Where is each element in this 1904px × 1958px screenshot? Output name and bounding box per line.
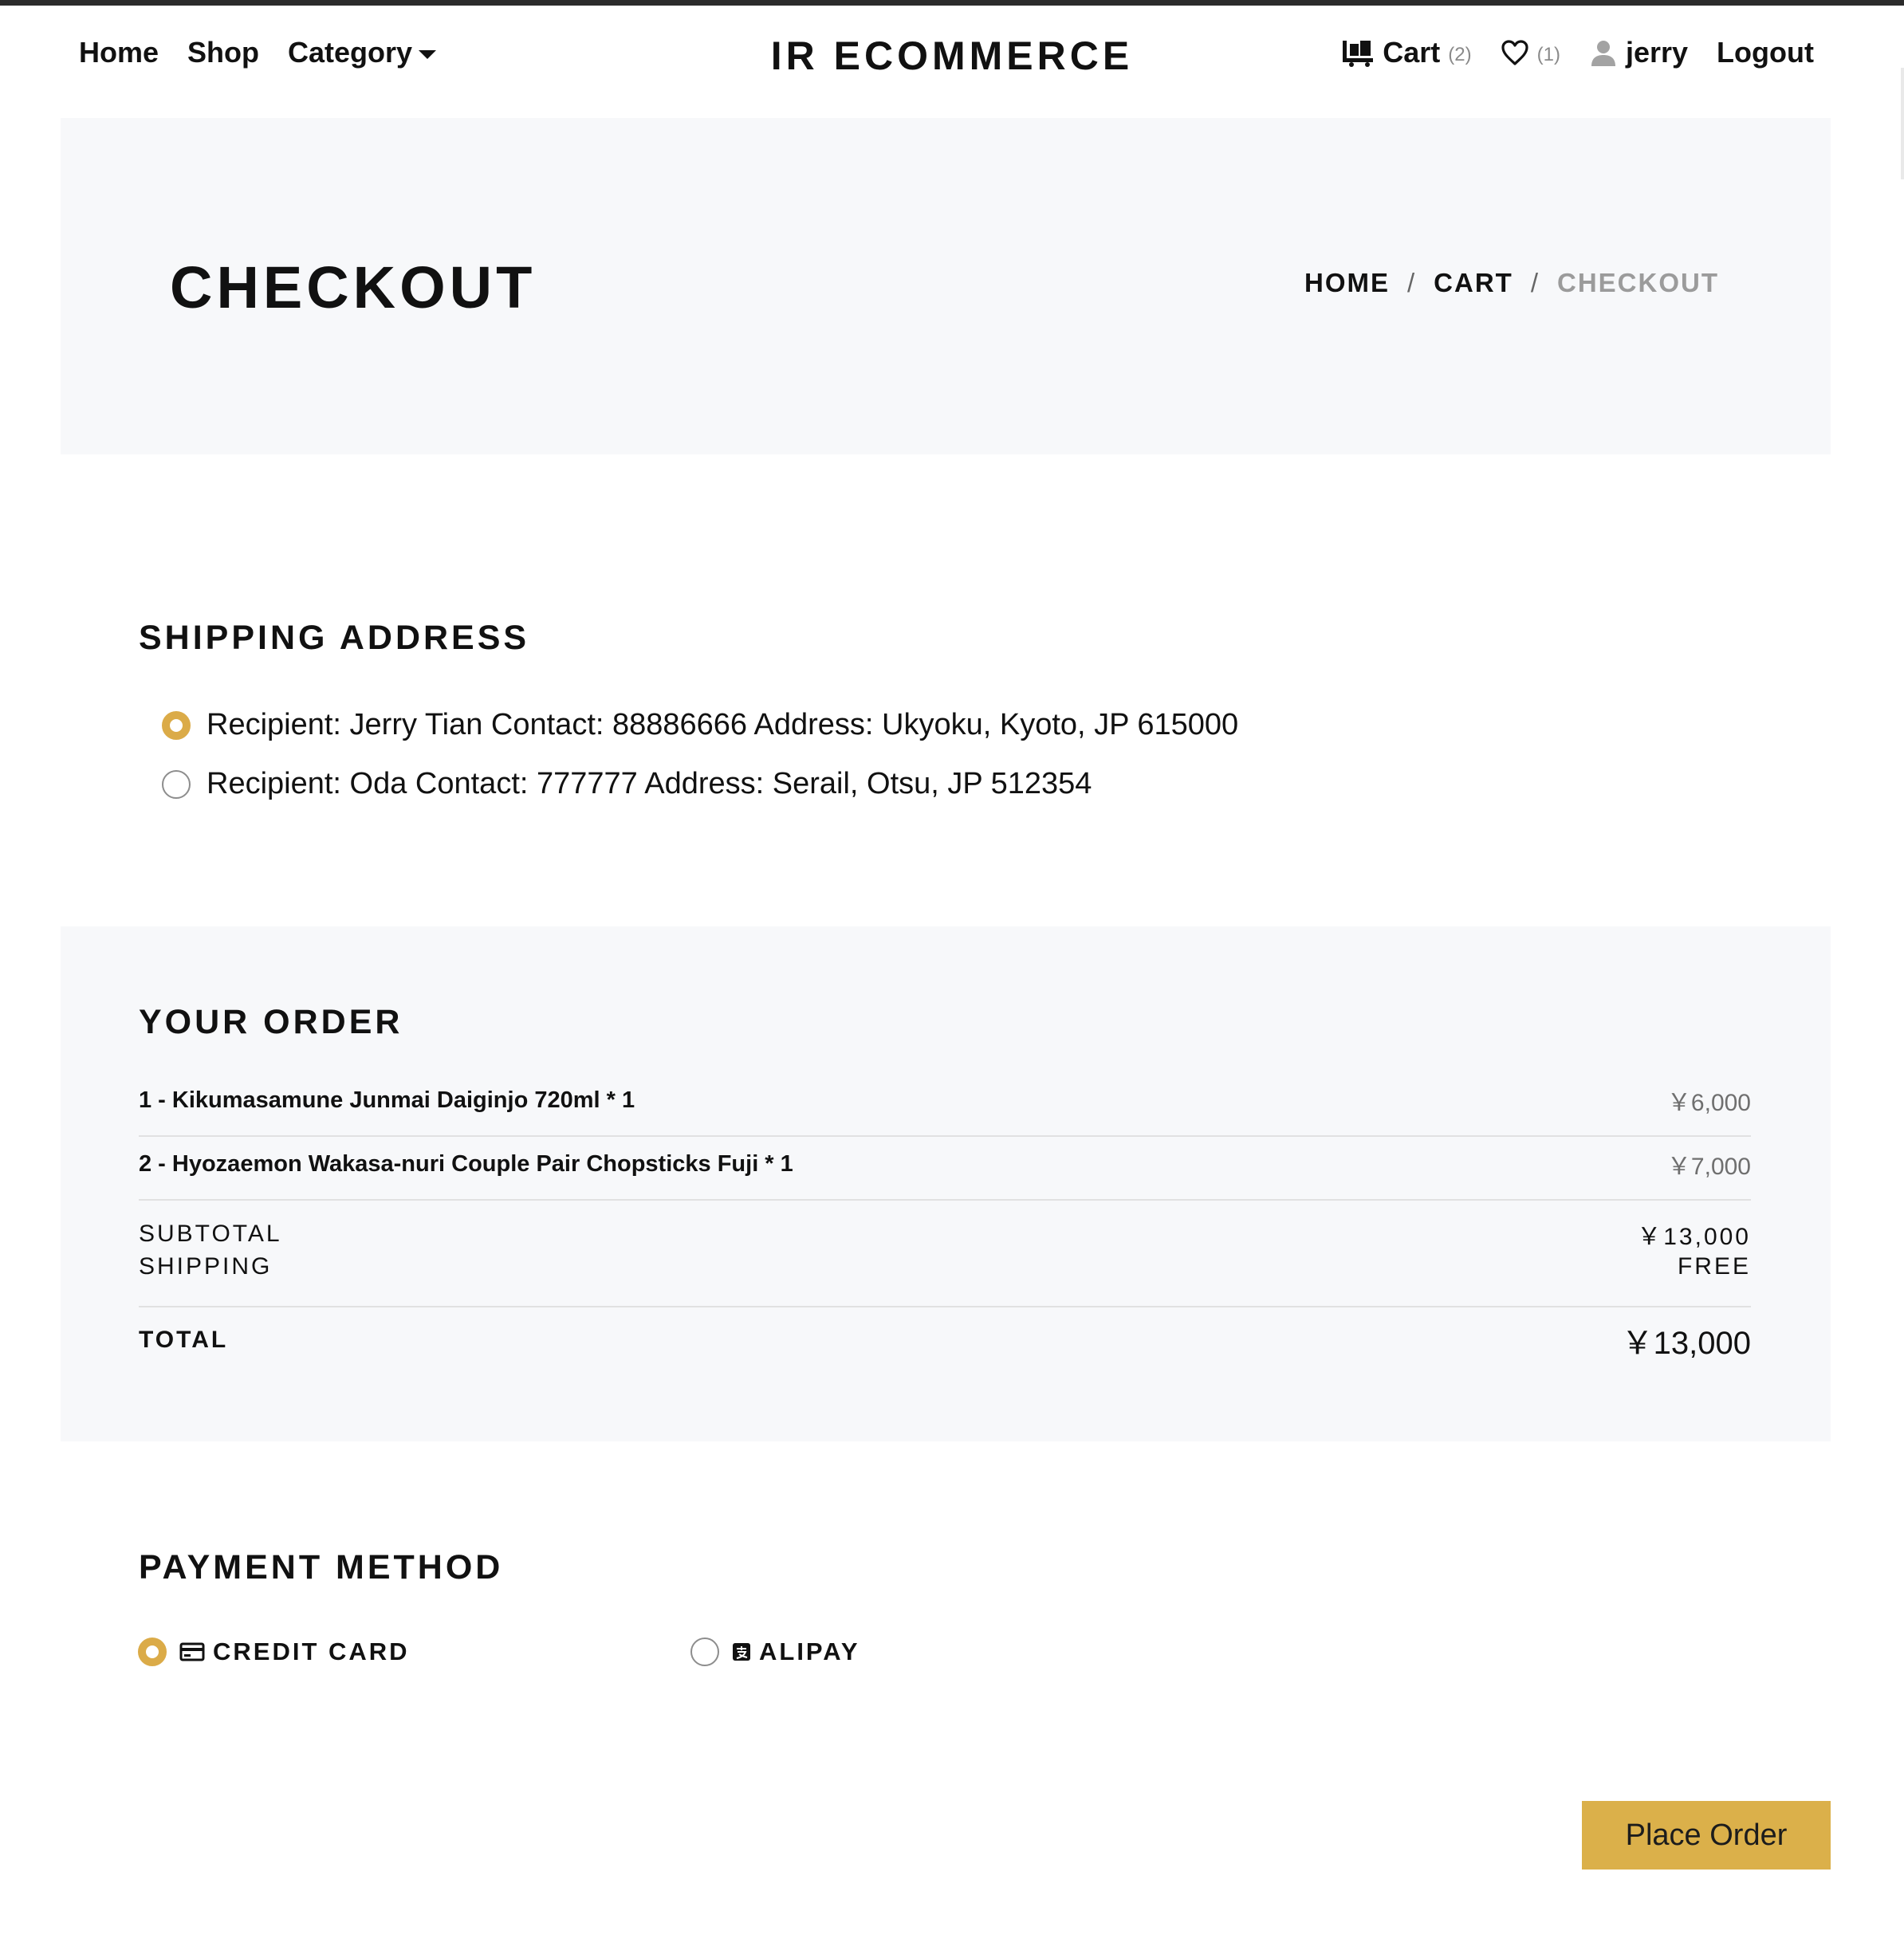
user-icon [1589,38,1618,67]
page-hero: CHECKOUT HOME / CART / CHECKOUT [61,118,1831,454]
address-radio-selected[interactable] [162,710,191,740]
cart-count-badge: (2) [1448,44,1472,65]
breadcrumb-cart[interactable]: CART [1434,268,1513,298]
user-name: jerry [1625,36,1689,69]
total-value: ￥13,000 [1621,1326,1751,1361]
shipping-value: FREE [1677,1253,1751,1280]
shipping-address-heading: SHIPPING ADDRESS [139,619,530,657]
subtotal-value: ￥13,000 [1637,1224,1751,1250]
cart-label: Cart [1383,36,1441,69]
payment-option-label: ALIPAY [759,1638,860,1665]
row-divider [139,1199,1751,1201]
logout-link[interactable]: Logout [1717,36,1814,69]
order-item-price: ￥6,000 [1666,1090,1751,1116]
user-profile-link[interactable]: jerry [1589,36,1688,69]
order-summary: YOUR ORDER 1 - Kikumasamune Junmai Daigi… [61,926,1831,1441]
place-order-button[interactable]: Place Order [1582,1801,1831,1870]
cart-icon [1341,38,1375,67]
payment-method-heading: PAYMENT METHOD [139,1548,504,1586]
total-row: TOTAL ￥13,000 [139,1317,1751,1363]
subtotal-label: SUBTOTAL [139,1221,282,1247]
breadcrumb-separator: / [1530,268,1540,297]
total-label: TOTAL [139,1327,229,1353]
breadcrumb-separator: / [1407,268,1417,297]
shipping-row: SHIPPING FREE [139,1253,1751,1280]
row-divider [139,1135,1751,1137]
payment-option-alipay[interactable]: ALIPAY [690,1638,860,1666]
address-text: Recipient: Oda Contact: 777777 Address: … [207,767,1092,800]
payment-radio[interactable] [690,1638,719,1666]
order-item-row: 1 - Kikumasamune Junmai Daiginjo 720ml *… [139,1083,1751,1118]
order-item-name: 1 - Kikumasamune Junmai Daiginjo 720ml *… [139,1087,635,1113]
address-text: Recipient: Jerry Tian Contact: 88886666 … [207,708,1239,741]
payment-option-label: CREDIT CARD [213,1638,410,1665]
payment-radio-selected[interactable] [138,1638,167,1666]
row-divider [139,1306,1751,1307]
wishlist-count-badge: (1) [1536,44,1560,65]
address-option[interactable]: Recipient: Jerry Tian Contact: 88886666 … [162,708,1238,742]
subtotal-row: SUBTOTAL ￥13,000 [139,1217,1751,1252]
payment-option-credit-card[interactable]: CREDIT CARD [138,1638,410,1666]
your-order-heading: YOUR ORDER [139,1003,403,1041]
address-option[interactable]: Recipient: Oda Contact: 777777 Address: … [162,767,1092,801]
breadcrumb: HOME / CART / CHECKOUT [1304,268,1719,298]
breadcrumb-current: CHECKOUT [1557,268,1719,297]
cart-link[interactable]: Cart (2) [1341,36,1472,69]
address-radio[interactable] [162,769,191,799]
wishlist-link[interactable]: (1) [1501,39,1560,66]
breadcrumb-home[interactable]: HOME [1304,268,1390,298]
order-item-name: 2 - Hyozaemon Wakasa-nuri Couple Pair Ch… [139,1150,793,1177]
credit-card-icon [179,1641,205,1662]
alipay-icon [732,1642,751,1661]
top-border [0,0,1904,6]
page-title: CHECKOUT [170,254,537,320]
shipping-label: SHIPPING [139,1253,273,1280]
order-item-row: 2 - Hyozaemon Wakasa-nuri Couple Pair Ch… [139,1146,1751,1181]
site-header: Home Shop Category IR ECOMMERCE Cart (2) [0,6,1904,113]
user-nav: Cart (2) (1) jerry Logout [1341,36,1814,69]
heart-icon [1501,39,1529,66]
order-item-price: ￥7,000 [1666,1154,1751,1180]
